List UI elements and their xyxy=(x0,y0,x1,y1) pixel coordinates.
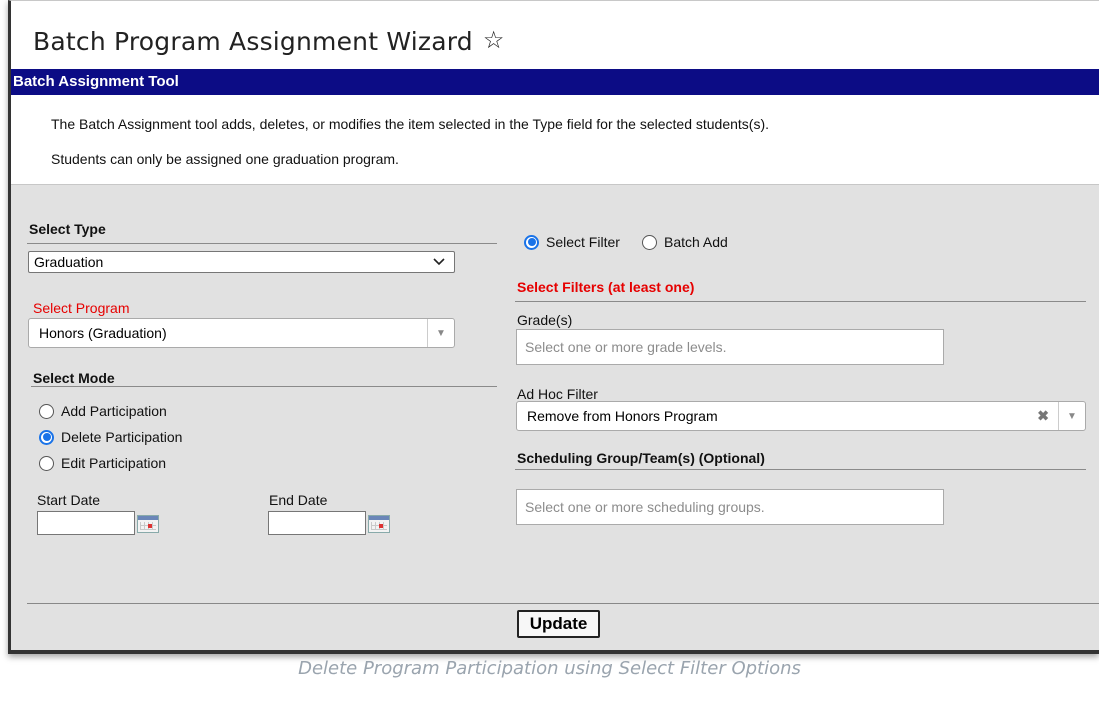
grades-multiselect[interactable]: Select one or more grade levels. xyxy=(516,329,944,365)
chevron-down-icon xyxy=(433,258,445,266)
select-program-dropdown[interactable]: Honors (Graduation) ▼ xyxy=(28,318,455,348)
adhoc-filter-label: Ad Hoc Filter xyxy=(517,386,598,402)
radio-label: Edit Participation xyxy=(61,455,167,471)
radio-button-checked[interactable] xyxy=(39,429,54,445)
banner-title: Batch Assignment Tool xyxy=(11,69,1099,95)
star-outline-icon[interactable]: ☆ xyxy=(483,29,505,53)
dropdown-arrow-icon: ▼ xyxy=(427,319,454,347)
update-button[interactable]: Update xyxy=(517,610,600,638)
select-program-value: Honors (Graduation) xyxy=(39,325,167,341)
radio-add-participation[interactable]: Add Participation xyxy=(39,403,167,419)
calendar-icon[interactable] xyxy=(137,515,159,533)
radio-label: Select Filter xyxy=(546,234,620,250)
page-title: Batch Program Assignment Wizard xyxy=(33,26,473,56)
dropdown-arrow-icon: ▼ xyxy=(1058,402,1085,430)
select-mode-heading: Select Mode xyxy=(33,370,115,386)
radio-button[interactable] xyxy=(39,403,54,419)
grades-label: Grade(s) xyxy=(517,312,573,328)
radio-batch-add[interactable]: Batch Add xyxy=(642,234,728,250)
radio-label: Batch Add xyxy=(664,234,728,250)
select-type-value: Graduation xyxy=(34,254,104,270)
title-row: Batch Program Assignment Wizard ☆ xyxy=(33,21,504,61)
radio-delete-participation[interactable]: Delete Participation xyxy=(39,429,182,445)
start-date-label: Start Date xyxy=(37,492,101,508)
radio-select-filter[interactable]: Select Filter xyxy=(524,234,620,250)
actions-rule xyxy=(27,603,1099,604)
scheduling-placeholder: Select one or more scheduling groups. xyxy=(525,499,765,515)
radio-button-checked[interactable] xyxy=(524,234,539,250)
wizard-window: Batch Program Assignment Wizard ☆ Batch … xyxy=(8,0,1099,654)
select-filters-heading: Select Filters (at least one) xyxy=(517,279,695,295)
select-type-heading: Select Type xyxy=(29,221,106,237)
adhoc-filter-dropdown[interactable]: Remove from Honors Program ✖ ▼ xyxy=(516,401,1086,431)
filters-rule xyxy=(515,301,1086,302)
figure-caption: Delete Program Participation using Selec… xyxy=(298,658,801,679)
scheduling-rule xyxy=(515,469,1086,470)
end-date-label: End Date xyxy=(269,492,328,508)
select-type-rule xyxy=(27,243,497,244)
radio-edit-participation[interactable]: Edit Participation xyxy=(39,455,166,471)
radio-label: Add Participation xyxy=(61,403,167,419)
select-mode-rule xyxy=(31,386,497,387)
clear-icon[interactable]: ✖ xyxy=(1037,408,1049,425)
select-program-label: Select Program xyxy=(33,300,130,316)
description-line-2: Students can only be assigned one gradua… xyxy=(51,151,399,167)
calendar-icon[interactable] xyxy=(368,515,390,533)
radio-button[interactable] xyxy=(39,455,54,471)
form-panel: Select Type Graduation Select Program Ho… xyxy=(11,184,1099,650)
grades-placeholder: Select one or more grade levels. xyxy=(525,339,727,355)
scheduling-multiselect[interactable]: Select one or more scheduling groups. xyxy=(516,489,944,525)
radio-button[interactable] xyxy=(642,234,657,250)
adhoc-filter-value: Remove from Honors Program xyxy=(527,408,718,424)
end-date-input[interactable] xyxy=(268,511,366,535)
scheduling-heading: Scheduling Group/Team(s) (Optional) xyxy=(517,450,765,466)
description-line-1: The Batch Assignment tool adds, deletes,… xyxy=(51,116,770,132)
select-type-dropdown[interactable]: Graduation xyxy=(28,251,455,273)
start-date-input[interactable] xyxy=(37,511,135,535)
radio-label: Delete Participation xyxy=(61,429,183,445)
